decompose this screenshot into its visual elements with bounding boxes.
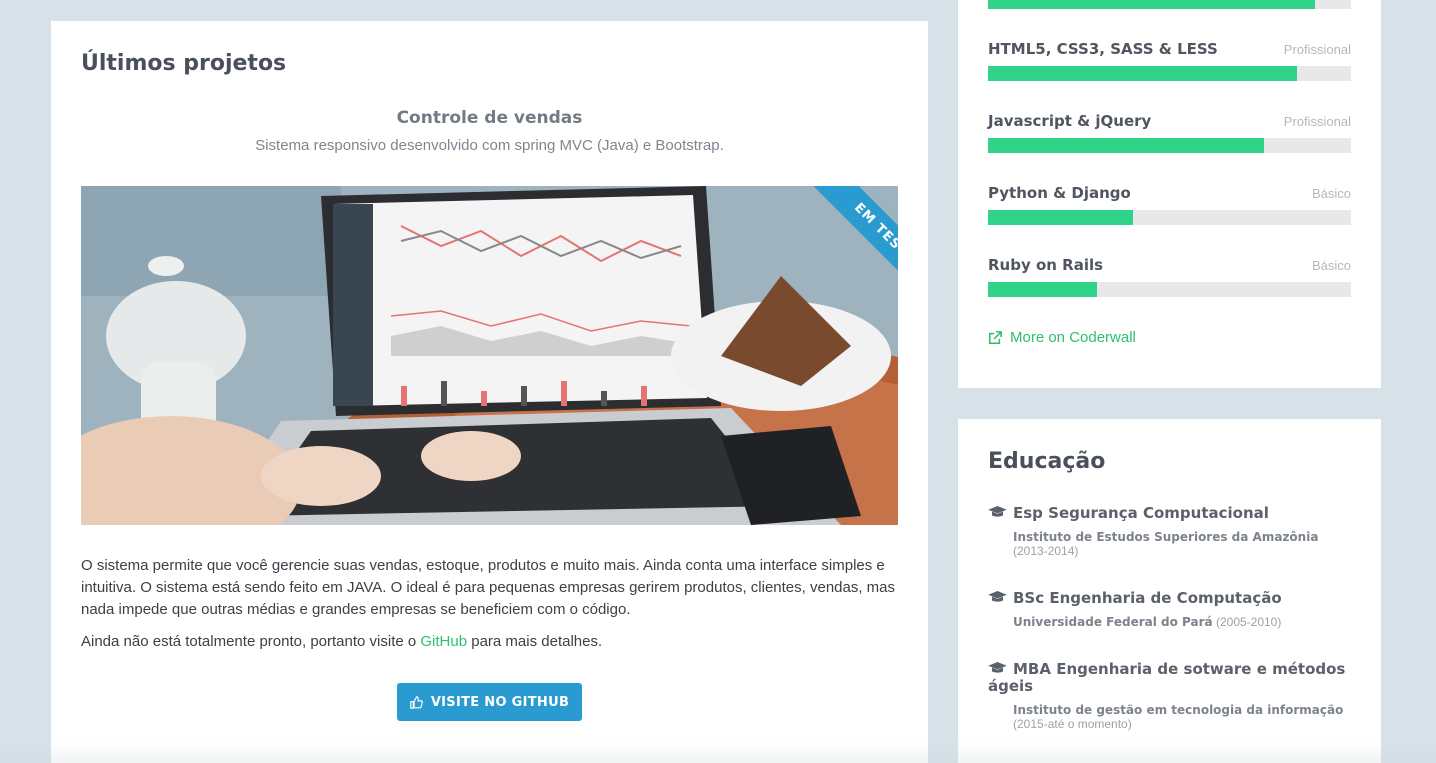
- education-degree-label: BSc Engenharia de Computação: [1013, 589, 1282, 607]
- education-institution: Universidade Federal do Pará (2005-2010): [1013, 615, 1351, 629]
- skill-bar-fill: [988, 0, 1315, 9]
- graduation-cap-icon: [988, 506, 1007, 517]
- education-institution-name: Instituto de Estudos Superiores da Amazô…: [1013, 530, 1319, 544]
- education-item: MBA Engenharia de sotware e métodos ágei…: [988, 661, 1351, 732]
- education-degree: Esp Segurança Computacional: [988, 505, 1351, 522]
- skill-bar-partial: [988, 0, 1351, 9]
- status-ribbon: EM TESTE: [791, 186, 898, 291]
- education-item: BSc Engenharia de Computação Universidad…: [988, 590, 1351, 629]
- project-note-after: para mais detalhes.: [467, 633, 603, 650]
- projects-card: Últimos projetos Controle de vendas Sist…: [51, 21, 928, 763]
- skill-bar: [988, 282, 1351, 297]
- skill-level: Profissional: [1283, 114, 1351, 129]
- coderwall-link[interactable]: More on Coderwall: [988, 329, 1136, 346]
- project-note: Ainda não está totalmente pronto, portan…: [81, 631, 901, 653]
- skill-level: Básico: [1311, 186, 1351, 201]
- skill-level: Básico: [1311, 258, 1351, 273]
- education-degree-label: Esp Segurança Computacional: [1013, 504, 1269, 522]
- project-note-before: Ainda não está totalmente pronto, portan…: [81, 633, 421, 650]
- skill-bar: [988, 210, 1351, 225]
- project-subtitle: Sistema responsivo desenvolvido com spri…: [255, 137, 724, 154]
- skill-bar-fill: [988, 66, 1297, 81]
- projects-section-title: Últimos projetos: [81, 51, 287, 76]
- education-period: (2005-2010): [1215, 615, 1282, 629]
- education-institution: Instituto de gestão em tecnologia da inf…: [1013, 703, 1351, 731]
- project-screenshot-image: EM TESTE: [81, 186, 898, 525]
- github-link[interactable]: GitHub: [420, 633, 467, 650]
- laptop-photo-illustration: [81, 186, 898, 525]
- external-link-icon: [988, 330, 1002, 344]
- coderwall-link-label: More on Coderwall: [1010, 329, 1136, 346]
- education-degree-label: MBA Engenharia de sotware e métodos ágei…: [988, 660, 1346, 695]
- skills-card: HTML5, CSS3, SASS & LESS Profissional Ja…: [958, 0, 1381, 388]
- skill-name: HTML5, CSS3, SASS & LESS: [988, 40, 1218, 58]
- visit-github-button[interactable]: VISITE NO GITHUB: [397, 683, 582, 721]
- education-card: Educação Esp Segurança Computacional Ins…: [958, 419, 1381, 763]
- skill-level: Profissional: [1283, 42, 1351, 57]
- skill-name: Ruby on Rails: [988, 256, 1104, 274]
- project-description: O sistema permite que você gerencie suas…: [81, 557, 896, 618]
- skill-bar-fill: [988, 210, 1134, 225]
- visit-github-button-label: VISITE NO GITHUB: [430, 694, 570, 710]
- skill-bar: [988, 66, 1351, 81]
- education-degree: BSc Engenharia de Computação: [988, 590, 1351, 607]
- status-ribbon-label: EM TESTE: [812, 186, 898, 291]
- skill-name: Python & Django: [988, 184, 1131, 202]
- education-degree: MBA Engenharia de sotware e métodos ágei…: [988, 661, 1351, 695]
- skill-bar: [988, 138, 1351, 153]
- graduation-cap-icon: [988, 591, 1007, 602]
- skill-bar-fill: [988, 138, 1264, 153]
- education-item: Esp Segurança Computacional Instituto de…: [988, 505, 1351, 558]
- education-period: (2013-2014): [1013, 544, 1079, 558]
- project-title: Controle de vendas: [396, 108, 583, 128]
- education-section-title: Educação: [988, 449, 1106, 474]
- skill-bar-fill: [988, 282, 1097, 297]
- thumbs-up-icon: [410, 695, 423, 709]
- education-institution-name: Instituto de gestão em tecnologia da inf…: [1013, 703, 1344, 717]
- graduation-cap-icon: [988, 662, 1007, 673]
- education-institution: Instituto de Estudos Superiores da Amazô…: [1013, 530, 1351, 558]
- education-period: (2015-até o momento): [1013, 717, 1132, 731]
- skill-name: Javascript & jQuery: [988, 112, 1152, 130]
- education-institution-name: Universidade Federal do Pará: [1013, 615, 1213, 629]
